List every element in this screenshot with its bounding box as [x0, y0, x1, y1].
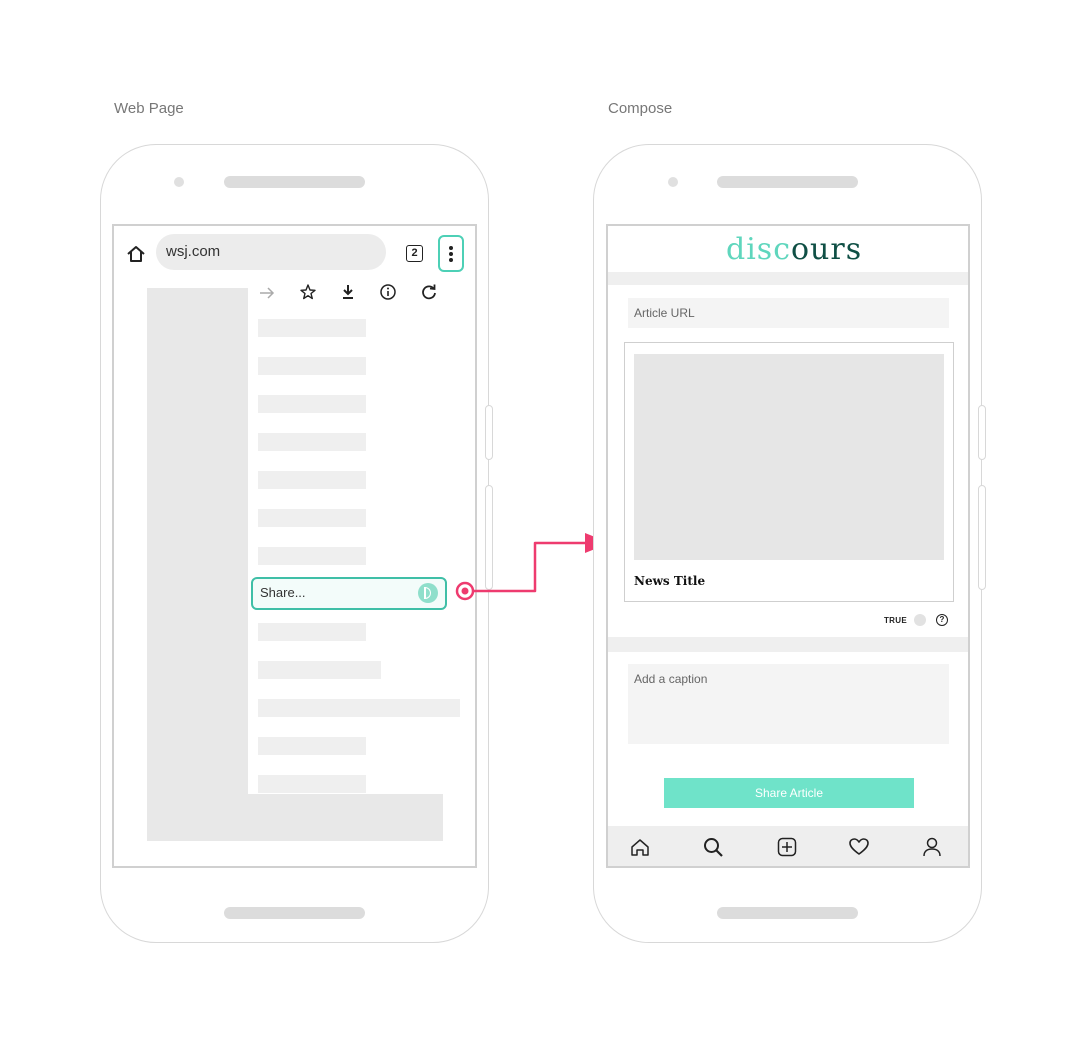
menu-item[interactable]	[258, 395, 366, 413]
home-icon[interactable]	[629, 836, 651, 858]
menu-item[interactable]	[258, 433, 366, 451]
browser-screen: wsj.com 2 Share...	[112, 224, 477, 868]
camera	[174, 177, 184, 187]
bottom-nav	[608, 826, 968, 866]
home-indicator	[224, 907, 365, 919]
browser-menu	[248, 280, 475, 794]
web-page-label: Web Page	[114, 100, 184, 117]
discours-app-icon	[418, 583, 438, 603]
menu-item[interactable]	[258, 623, 366, 641]
compose-label: Compose	[608, 100, 673, 117]
url-bar[interactable]: wsj.com	[156, 234, 386, 270]
speaker	[717, 176, 858, 188]
share-label: Share...	[260, 585, 306, 600]
compose-screen: discours Article URL News Title TRUE ? A…	[606, 224, 970, 868]
forward-arrow-icon[interactable]	[258, 284, 276, 302]
refresh-icon[interactable]	[420, 283, 438, 301]
side-button-upper	[978, 405, 986, 460]
add-square-icon[interactable]	[776, 836, 798, 858]
help-icon[interactable]: ?	[936, 614, 948, 626]
side-button-upper	[485, 405, 493, 460]
caption-input[interactable]: Add a caption	[628, 664, 949, 744]
discours-logo: discours	[726, 232, 863, 267]
menu-item[interactable]	[258, 661, 381, 679]
section-divider	[608, 272, 968, 285]
home-icon[interactable]	[126, 244, 146, 264]
menu-item[interactable]	[258, 547, 366, 565]
article-preview-card: News Title	[624, 342, 954, 602]
menu-item[interactable]	[258, 775, 366, 793]
menu-item[interactable]	[258, 699, 460, 717]
menu-item[interactable]	[258, 357, 366, 375]
star-icon[interactable]	[299, 283, 317, 301]
news-title: News Title	[634, 574, 706, 588]
download-icon[interactable]	[339, 283, 357, 301]
share-menu-item[interactable]: Share...	[251, 577, 447, 610]
side-button-lower	[978, 485, 986, 590]
info-icon[interactable]	[379, 283, 397, 301]
tab-switcher-icon[interactable]: 2	[406, 245, 423, 262]
menu-item[interactable]	[258, 509, 366, 527]
menu-item[interactable]	[258, 319, 366, 337]
article-url-input[interactable]: Article URL	[628, 298, 949, 328]
heart-icon[interactable]	[848, 836, 870, 858]
article-image-placeholder	[634, 354, 944, 560]
menu-item[interactable]	[258, 471, 366, 489]
share-article-button[interactable]: Share Article	[664, 778, 914, 808]
search-icon[interactable]	[702, 836, 724, 858]
profile-icon[interactable]	[921, 836, 943, 858]
home-indicator	[717, 907, 858, 919]
speaker	[224, 176, 365, 188]
camera	[668, 177, 678, 187]
section-divider	[608, 637, 968, 652]
more-vertical-icon[interactable]	[438, 235, 464, 272]
menu-item[interactable]	[258, 737, 366, 755]
true-toggle[interactable]	[914, 614, 926, 626]
true-label: TRUE	[884, 616, 907, 625]
